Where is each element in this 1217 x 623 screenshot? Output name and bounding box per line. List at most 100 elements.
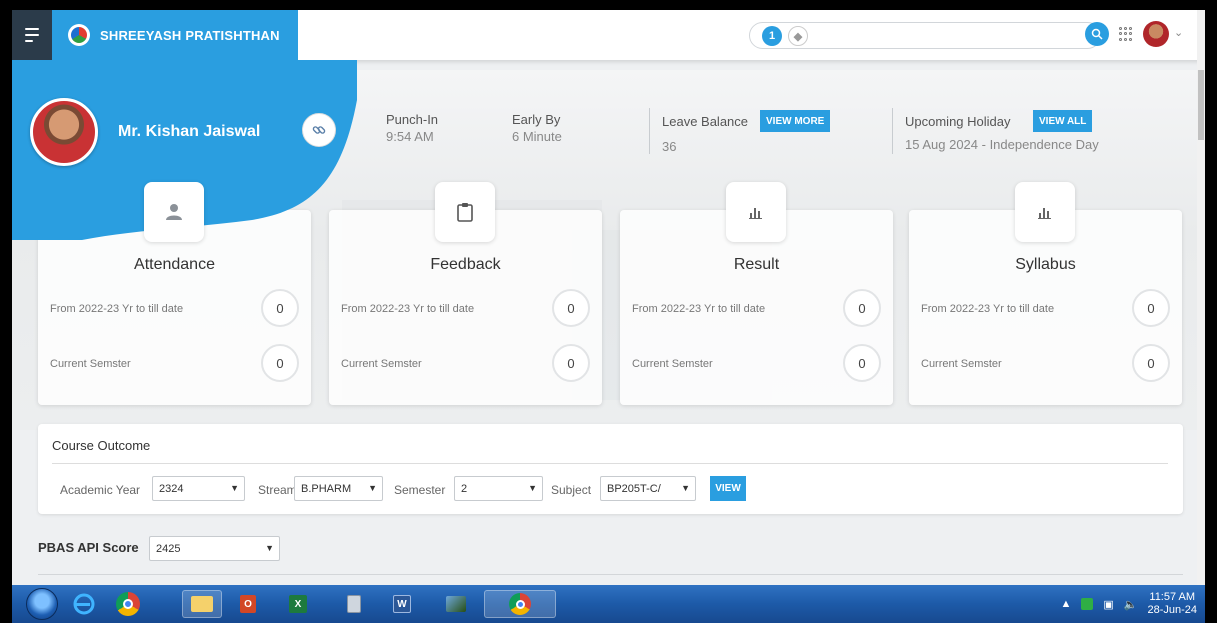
card-title: Attendance [134,256,215,273]
view-more-button[interactable]: VIEW MORE [760,110,831,132]
subject-label: Subject [551,483,592,497]
count-badge: 0 [552,289,590,327]
link-button[interactable] [302,113,336,147]
feedback-card[interactable]: Feedback From 2022-23 Yr to till date 0 … [329,182,602,405]
count-badge: 0 [261,344,299,382]
internet-explorer-icon[interactable] [64,590,104,618]
card-title: Feedback [430,256,501,273]
semester-value: 2 [461,482,468,495]
pbas-year-value: 2425 [156,542,181,555]
system-tray: ▲ ▣ 🔈 11:57 AM 28-Jun-24 [1060,589,1197,619]
upcoming-holiday-label: Upcoming Holiday [905,114,1011,129]
chevron-down-icon: ▼ [368,483,377,493]
user-menu-avatar[interactable] [1143,21,1169,47]
chevron-down-icon: ▼ [681,483,690,493]
card-icon-box [1015,182,1075,242]
punch-in-value: 9:54 AM [386,129,434,144]
stream-select[interactable]: B.PHARM ▼ [294,476,383,501]
word-icon[interactable]: W [382,590,422,618]
count-badge: 0 [261,289,299,327]
subject-value: BP205T-C/ [607,482,661,495]
calculator-icon[interactable] [334,590,374,618]
browser-viewport: SHREEYASH PRATISHTHAN 1 ◆ ⌄ Mr. Kishan J… [12,10,1205,585]
academic-year-select[interactable]: 2324 ▼ [152,476,245,501]
card-title: Syllabus [1015,256,1076,273]
photo-viewer-icon[interactable] [436,590,476,618]
windows-taskbar: O X W ▲ ▣ 🔈 11:57 AM 28-Jun-24 [12,585,1205,623]
taskbar-clock[interactable]: 11:57 AM 28-Jun-24 [1147,591,1197,617]
chrome-active-window-icon[interactable] [484,590,556,618]
clock-date: 28-Jun-24 [1147,604,1197,616]
clipboard-icon [457,203,473,222]
view-all-button[interactable]: VIEW ALL [1033,110,1093,132]
course-outcome-panel: Course Outcome Academic Year 2324 ▼ Stre… [38,424,1183,514]
card-row-label: Current Semster [341,358,422,370]
apps-grid-icon[interactable] [1119,27,1133,41]
divider [649,108,650,154]
chevron-down-icon: ▼ [528,483,537,493]
card-row-label: From 2022-23 Yr to till date [632,303,766,315]
powerpoint-icon[interactable]: O [228,590,268,618]
stream-label: Stream [258,483,297,497]
search-icon [1091,28,1103,40]
card-icon-box [144,182,204,242]
view-button[interactable]: VIEW [710,476,746,501]
early-by-label: Early By [512,112,561,127]
chevron-down-icon: ▼ [230,483,239,493]
bar-chart-icon [749,208,762,219]
bar-chart-icon [1038,208,1051,219]
tray-app-icon[interactable] [1081,598,1094,610]
clock-time: 11:57 AM [1149,591,1196,603]
start-button[interactable] [26,588,58,620]
brand-bar: SHREEYASH PRATISHTHAN [12,10,298,60]
brand-logo [68,24,90,46]
divider [52,463,1168,464]
syllabus-card[interactable]: Syllabus From 2022-23 Yr to till date 0 … [909,182,1182,405]
card-icon-box [726,182,786,242]
card-row-label: From 2022-23 Yr to till date [50,303,184,315]
count-badge: 0 [1132,289,1170,327]
brand-name: SHREEYASH PRATISHTHAN [100,27,280,43]
scrollbar-thumb[interactable] [1198,70,1204,140]
hamburger-menu-button[interactable] [12,10,52,60]
upcoming-holiday-value: 15 Aug 2024 - Independence Day [905,137,1099,152]
volume-icon[interactable]: 🔈 [1124,598,1138,611]
vertical-scrollbar[interactable] [1197,10,1205,585]
search-input[interactable]: 1 ◆ [749,22,1101,49]
divider [38,574,1183,575]
stream-value: B.PHARM [301,482,352,495]
card-title: Result [733,256,780,273]
link-icon [312,126,326,134]
leave-balance-value: 36 [662,139,677,154]
leave-balance-label: Leave Balance [662,114,749,129]
network-icon[interactable]: ▣ [1103,598,1113,611]
graduation-cap-icon[interactable]: ◆ [788,26,808,46]
punch-in-label: Punch-In [386,112,439,127]
academic-year-value: 2324 [159,482,184,495]
pbas-year-select[interactable]: 2425 ▼ [149,536,280,561]
user-icon [166,204,182,220]
file-explorer-icon[interactable] [182,590,222,618]
subject-select[interactable]: BP205T-C/ ▼ [600,476,696,501]
count-badge: 0 [552,344,590,382]
excel-icon[interactable]: X [278,590,318,618]
card-row-label: From 2022-23 Yr to till date [341,303,475,315]
semester-label: Semester [394,483,446,497]
chrome-icon[interactable] [108,590,148,618]
chevron-down-icon[interactable]: ⌄ [1174,26,1183,39]
profile-name: Mr. Kishan Jaiswal [118,123,261,140]
show-hidden-icons-icon[interactable]: ▲ [1060,598,1071,610]
count-badge: 0 [1132,344,1170,382]
student-mode-icon[interactable]: 1 [762,26,782,46]
card-icon-box [435,182,495,242]
pbas-label: PBAS API Score [38,540,139,555]
academic-year-label: Academic Year [60,483,141,497]
course-outcome-title: Course Outcome [52,438,151,453]
divider [892,108,893,154]
card-row-label: From 2022-23 Yr to till date [921,303,1055,315]
search-button[interactable] [1085,22,1109,46]
result-card[interactable]: Result From 2022-23 Yr to till date 0 Cu… [620,182,893,405]
card-row-label: Current Semster [921,358,1002,370]
chevron-down-icon: ▼ [265,543,274,553]
semester-select[interactable]: 2 ▼ [454,476,543,501]
